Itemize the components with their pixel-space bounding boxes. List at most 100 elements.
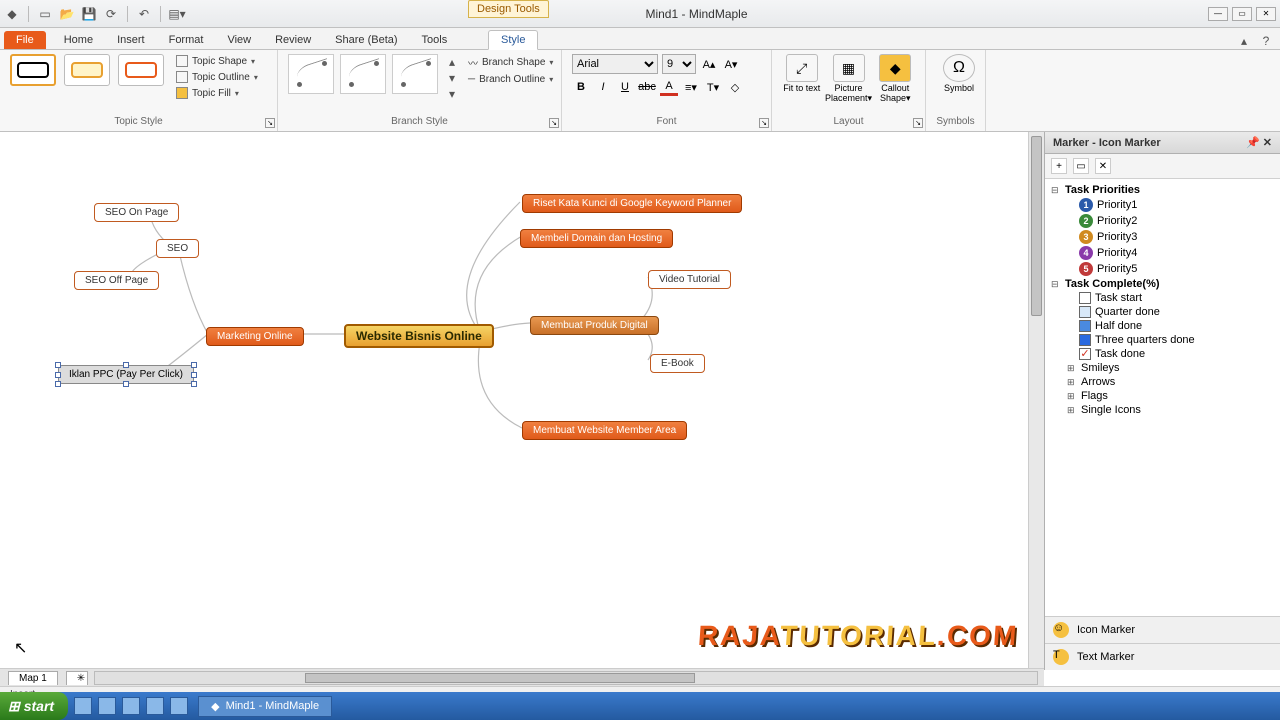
sheet-tab-new[interactable]: ✳	[66, 671, 88, 685]
tree-group-complete[interactable]: ⊟Task Complete(%)	[1047, 277, 1278, 291]
branch-gallery-up[interactable]: ▴	[444, 54, 460, 70]
close-button[interactable]: ✕	[1256, 7, 1276, 21]
node-video[interactable]: Video Tutorial	[648, 270, 731, 289]
panel-delete-icon[interactable]: ✕	[1095, 158, 1111, 174]
callout-shape-button[interactable]: ◆Callout Shape▾	[876, 54, 916, 104]
taskbar-quicklaunch-4[interactable]	[146, 697, 164, 715]
node-produk[interactable]: Membuat Produk Digital	[530, 316, 659, 335]
tree-group-collapsed[interactable]: ⊞Single Icons	[1063, 403, 1278, 417]
font-dialog-launcher[interactable]: ↘	[759, 118, 769, 128]
horizontal-scrollbar-thumb[interactable]	[305, 673, 695, 683]
strikethrough-button[interactable]: abc	[638, 78, 656, 96]
minimize-ribbon-icon[interactable]: ▴	[1236, 33, 1252, 49]
icon-marker-section[interactable]: ☺Icon Marker	[1045, 616, 1280, 643]
text-marker-section[interactable]: TText Marker	[1045, 643, 1280, 670]
taskbar-quicklaunch-3[interactable]	[122, 697, 140, 715]
tree-group-priorities[interactable]: ⊟Task Priorities	[1047, 183, 1278, 197]
tree-group-collapsed[interactable]: ⊞Smileys	[1063, 361, 1278, 375]
open-icon[interactable]: 📂	[59, 6, 75, 22]
share-tab[interactable]: Share (Beta)	[323, 31, 409, 49]
node-seo-off[interactable]: SEO Off Page	[74, 271, 159, 290]
new-icon[interactable]: ▭	[37, 6, 53, 22]
vertical-scrollbar-thumb[interactable]	[1031, 136, 1042, 316]
node-ppc-editing[interactable]: Iklan PPC (Pay Per Click)	[58, 365, 194, 384]
help-icon[interactable]: ?	[1258, 33, 1274, 49]
tree-group-collapsed[interactable]: ⊞Arrows	[1063, 375, 1278, 389]
complete-item[interactable]: Task start	[1075, 291, 1278, 305]
text-direction-button[interactable]: T▾	[704, 78, 722, 96]
branch-style-thumb-3[interactable]	[392, 54, 438, 94]
taskbar-quicklaunch-1[interactable]	[74, 697, 92, 715]
sheet-tab-map1[interactable]: Map 1	[8, 671, 58, 685]
tree-group-collapsed[interactable]: ⊞Flags	[1063, 389, 1278, 403]
style-tab[interactable]: Style	[488, 30, 538, 50]
topic-fill-button[interactable]: Topic Fill▾	[172, 86, 262, 100]
review-tab[interactable]: Review	[263, 31, 323, 49]
taskbar-app-mindmaple[interactable]: ◆Mind1 - MindMaple	[198, 696, 332, 717]
priority-item[interactable]: 3Priority3	[1075, 229, 1278, 245]
node-riset[interactable]: Riset Kata Kunci di Google Keyword Plann…	[522, 194, 742, 213]
branch-style-thumb-1[interactable]	[288, 54, 334, 94]
topic-style-thumb-3[interactable]	[118, 54, 164, 86]
horizontal-scrollbar[interactable]	[94, 671, 1038, 685]
topic-style-thumb-1[interactable]	[10, 54, 56, 86]
complete-item[interactable]: Quarter done	[1075, 305, 1278, 319]
maximize-button[interactable]: ▭	[1232, 7, 1252, 21]
branch-style-thumb-2[interactable]	[340, 54, 386, 94]
font-color-button[interactable]: A	[660, 78, 678, 96]
complete-item[interactable]: Three quarters done	[1075, 333, 1278, 347]
clear-format-button[interactable]: ◇	[726, 78, 744, 96]
node-marketing[interactable]: Marketing Online	[206, 327, 304, 346]
shrink-font-button[interactable]: A▾	[722, 55, 740, 73]
topic-outline-button[interactable]: Topic Outline▾	[172, 70, 262, 84]
priority-item[interactable]: 1Priority1	[1075, 197, 1278, 213]
node-seo[interactable]: SEO	[156, 239, 199, 258]
grow-font-button[interactable]: A▴	[700, 55, 718, 73]
branch-style-dialog-launcher[interactable]: ↘	[549, 118, 559, 128]
topic-style-thumb-2[interactable]	[64, 54, 110, 86]
mindmap-canvas[interactable]: Website Bisnis Online Riset Kata Kunci d…	[0, 132, 1028, 670]
save-icon[interactable]: 💾	[81, 6, 97, 22]
priority-item[interactable]: 2Priority2	[1075, 213, 1278, 229]
branch-shape-button[interactable]: 〰Branch Shape▾	[464, 54, 557, 71]
view-tab[interactable]: View	[215, 31, 263, 49]
vertical-scrollbar[interactable]	[1028, 132, 1044, 670]
underline-button[interactable]: U	[616, 78, 634, 96]
fit-to-text-button[interactable]: ⤢Fit to text	[782, 54, 822, 104]
priority-item[interactable]: 5Priority5	[1075, 261, 1278, 277]
node-seo-on[interactable]: SEO On Page	[94, 203, 179, 222]
panel-folder-icon[interactable]: ▭	[1073, 158, 1089, 174]
home-tab[interactable]: Home	[52, 31, 105, 49]
panel-pin-icon[interactable]: 📌	[1246, 137, 1260, 149]
app-menu-icon[interactable]: ◆	[4, 6, 20, 22]
style-gallery-icon[interactable]: ▤▾	[169, 6, 185, 22]
tools-tab[interactable]: Tools	[410, 31, 460, 49]
undo-icon[interactable]: ↶	[136, 6, 152, 22]
file-tab[interactable]: File	[4, 31, 46, 49]
complete-item[interactable]: Half done	[1075, 319, 1278, 333]
refresh-icon[interactable]: ⟳	[103, 6, 119, 22]
node-center[interactable]: Website Bisnis Online	[344, 324, 494, 348]
start-button[interactable]: ⊞start	[0, 692, 68, 720]
layout-dialog-launcher[interactable]: ↘	[913, 118, 923, 128]
node-member[interactable]: Membuat Website Member Area	[522, 421, 687, 440]
format-tab[interactable]: Format	[157, 31, 216, 49]
node-domain[interactable]: Membeli Domain dan Hosting	[520, 229, 673, 248]
font-name-select[interactable]: Arial	[572, 54, 658, 74]
minimize-button[interactable]: —	[1208, 7, 1228, 21]
taskbar-quicklaunch-2[interactable]	[98, 697, 116, 715]
topic-style-dialog-launcher[interactable]: ↘	[265, 118, 275, 128]
complete-item[interactable]: ✓Task done	[1075, 347, 1278, 361]
font-size-select[interactable]: 9	[662, 54, 696, 74]
symbol-button[interactable]: ΩSymbol	[936, 54, 982, 94]
branch-gallery-down[interactable]: ▾	[444, 70, 460, 86]
taskbar-quicklaunch-5[interactable]	[170, 697, 188, 715]
panel-close-icon[interactable]: ✕	[1263, 137, 1272, 149]
align-button[interactable]: ≡▾	[682, 78, 700, 96]
picture-placement-button[interactable]: ▦Picture Placement▾	[826, 54, 872, 104]
node-ebook[interactable]: E-Book	[650, 354, 705, 373]
topic-shape-button[interactable]: Topic Shape▾	[172, 54, 262, 68]
italic-button[interactable]: I	[594, 78, 612, 96]
branch-gallery-more[interactable]: ▾	[444, 86, 460, 102]
panel-add-icon[interactable]: +	[1051, 158, 1067, 174]
